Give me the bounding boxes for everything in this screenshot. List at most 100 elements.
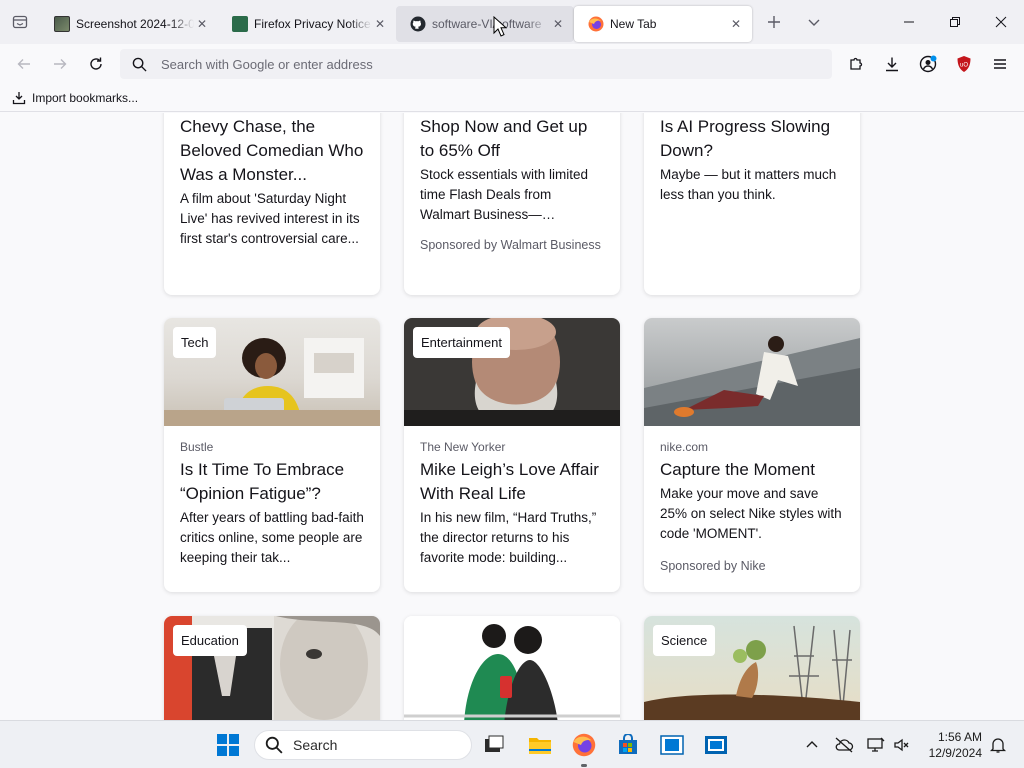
story-image: [404, 616, 620, 720]
account-icon: [919, 55, 937, 73]
topic-badge: Education: [173, 625, 247, 656]
story-card[interactable]: Education: [164, 616, 380, 720]
arrow-right-icon: [54, 59, 67, 69]
tab-github[interactable]: software-VI/software ✕: [396, 6, 574, 42]
extensions-button[interactable]: [838, 48, 874, 80]
story-source: Bustle: [180, 440, 214, 454]
restore-button[interactable]: [932, 0, 978, 44]
clock-date: 12/9/2024: [928, 746, 982, 760]
microsoft-store-button[interactable]: [612, 729, 644, 761]
firefox-view-icon: [12, 15, 28, 29]
list-all-tabs-button[interactable]: [796, 4, 832, 40]
story-card[interactable]: Tech Bustle Is It Time To Embrace “Opini…: [164, 318, 380, 592]
ublock-origin-button[interactable]: uO: [946, 48, 982, 80]
sponsored-story-card[interactable]: nike.com Capture the Moment Make your mo…: [644, 318, 860, 592]
new-tab-content: Chevy Chase, the Beloved Comedian Who Wa…: [0, 113, 1024, 720]
minimize-button[interactable]: [886, 0, 932, 44]
search-icon: [132, 57, 147, 72]
cloud-offline-icon: [835, 737, 854, 753]
forward-button[interactable]: [42, 48, 78, 80]
puzzle-icon: [850, 57, 863, 70]
reload-icon: [90, 57, 102, 70]
github-icon: [410, 16, 426, 32]
story-excerpt: A film about 'Saturday Night Live' has r…: [180, 191, 360, 246]
story-excerpt: Make your move and save 25% on select Ni…: [660, 486, 842, 541]
story-card[interactable]: Science: [644, 616, 860, 720]
story-image: Tech: [164, 318, 380, 426]
story-source: nike.com: [660, 440, 709, 454]
close-icon: [995, 16, 1007, 28]
close-icon[interactable]: ✕: [194, 16, 210, 32]
story-card[interactable]: [404, 616, 620, 720]
bookmarks-toolbar: Import bookmarks...: [0, 84, 1024, 112]
window-app-icon: [705, 736, 727, 754]
sponsored-story-card[interactable]: Shop Now and Get up to 65% Off Stock ess…: [404, 113, 620, 295]
story-excerpt: In his new film, “Hard Truths,” the dire…: [420, 510, 597, 565]
store-icon: [619, 734, 637, 754]
toolbar-right: uO: [838, 48, 1018, 80]
windows-logo-icon: [217, 734, 239, 756]
close-window-button[interactable]: [978, 0, 1024, 44]
address-bar[interactable]: [120, 49, 832, 79]
firefox-icon: [588, 16, 604, 32]
running-indicator: [581, 764, 587, 767]
firefox-icon: [572, 733, 596, 757]
account-button[interactable]: [910, 48, 946, 80]
story-image: Education: [164, 616, 380, 720]
story-headline: Shop Now and Get up to 65% Off: [420, 117, 588, 160]
new-tab-button[interactable]: [756, 4, 792, 40]
downloads-button[interactable]: [874, 48, 910, 80]
tab-firefox-privacy[interactable]: Firefox Privacy Notice — ✕: [218, 6, 396, 42]
topic-badge: Tech: [173, 327, 217, 358]
story-headline: Is AI Progress Slowing Down?: [660, 117, 831, 160]
close-icon[interactable]: ✕: [372, 16, 388, 32]
tab-new-tab[interactable]: New Tab ✕: [574, 6, 752, 42]
file-explorer-button[interactable]: [524, 729, 556, 761]
minimize-icon: [904, 21, 914, 23]
window-app-icon: [660, 735, 684, 755]
onedrive-status-button[interactable]: [832, 733, 856, 757]
navigation-toolbar: uO: [0, 44, 1024, 84]
task-view-button[interactable]: [478, 729, 510, 761]
sponsor-label: Sponsored by Walmart Business: [420, 238, 601, 252]
firefox-view-button[interactable]: [0, 0, 40, 44]
notification-bell-icon: [989, 738, 1007, 753]
app-window-button[interactable]: [700, 729, 732, 761]
taskbar-clock[interactable]: 1:56 AM 12/9/2024: [929, 729, 982, 761]
taskbar-search-label: Search: [293, 737, 338, 753]
start-button[interactable]: [212, 729, 244, 761]
show-hidden-icons-button[interactable]: [800, 733, 824, 757]
remote-desktop-button[interactable]: [656, 729, 688, 761]
notifications-button[interactable]: [986, 733, 1010, 757]
network-status-button[interactable]: [864, 733, 888, 757]
story-excerpt: After years of battling bad-faith critic…: [180, 510, 364, 565]
restore-icon: [950, 17, 960, 27]
story-card[interactable]: Is AI Progress Slowing Down? Maybe — but…: [644, 113, 860, 295]
close-icon[interactable]: ✕: [550, 16, 566, 32]
hamburger-menu-icon: [994, 59, 1006, 69]
app-menu-button[interactable]: [982, 48, 1018, 80]
story-headline: Capture the Moment: [660, 460, 815, 479]
close-icon[interactable]: ✕: [728, 16, 744, 32]
story-card[interactable]: Chevy Chase, the Beloved Comedian Who Wa…: [164, 113, 380, 295]
tab-title: Firefox Privacy Notice —: [254, 17, 372, 31]
topic-badge: Entertainment: [413, 327, 510, 358]
taskbar-search[interactable]: Search: [254, 730, 472, 760]
search-icon: [265, 736, 283, 754]
tab-title: Screenshot 2024-12-09: [76, 17, 194, 31]
volume-button[interactable]: [890, 733, 914, 757]
reload-button[interactable]: [78, 48, 114, 80]
story-card[interactable]: Entertainment The New Yorker Mike Leigh’…: [404, 318, 620, 592]
story-headline: Chevy Chase, the Beloved Comedian Who Wa…: [180, 117, 364, 184]
import-bookmarks-button[interactable]: Import bookmarks...: [12, 91, 138, 105]
firefox-taskbar-button[interactable]: [568, 729, 600, 767]
story-excerpt: Stock essentials with limited time Flash…: [420, 167, 589, 222]
image-thumbnail-icon: [54, 16, 70, 32]
windows-taskbar: Search 1:56 AM 12/9/2024: [0, 720, 1024, 768]
back-button[interactable]: [6, 48, 42, 80]
story-excerpt: Maybe — but it matters much less than yo…: [660, 167, 837, 202]
tab-screenshot[interactable]: Screenshot 2024-12-09 ✕: [40, 6, 218, 42]
url-input[interactable]: [161, 56, 781, 72]
tab-title: New Tab: [610, 17, 657, 31]
network-monitor-icon: [867, 737, 885, 752]
